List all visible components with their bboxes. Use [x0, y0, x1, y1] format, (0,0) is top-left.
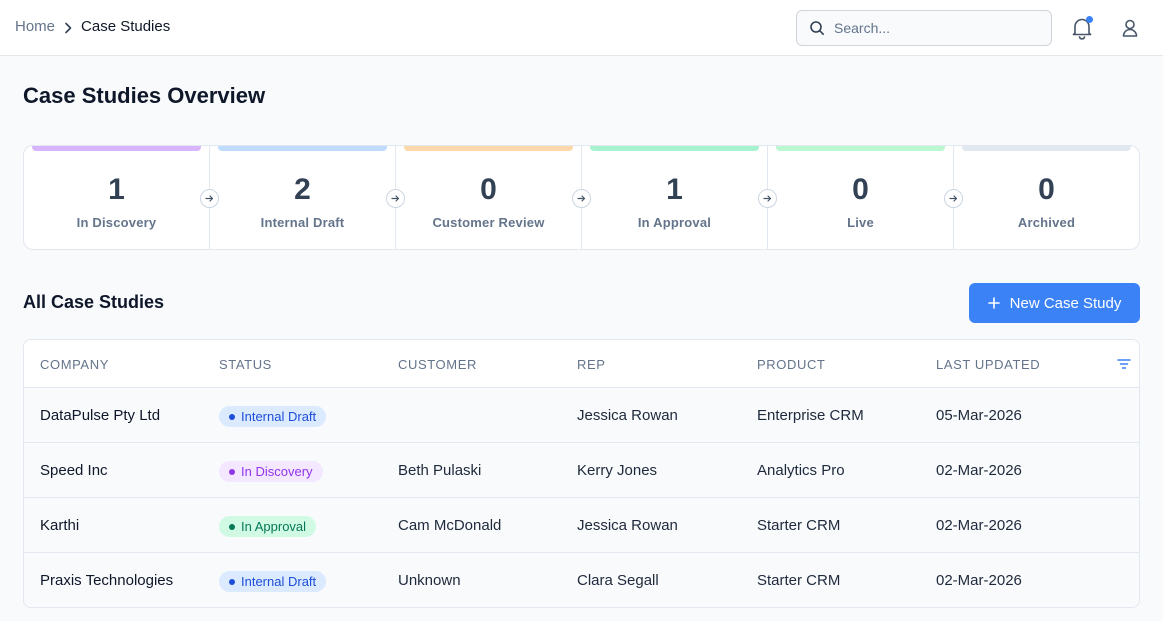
cell-customer: Beth Pulaski — [398, 462, 482, 479]
cell-customer: Unknown — [398, 572, 461, 589]
user-menu-button[interactable] — [1120, 18, 1140, 38]
search-icon — [810, 21, 824, 35]
table-header: COMPANY STATUS CUSTOMER REP PRODUCT LAST… — [24, 340, 1139, 388]
stage-color-bar — [776, 146, 945, 151]
notifications-button[interactable] — [1071, 16, 1093, 40]
stage-label: In Approval — [637, 215, 712, 230]
cell-product: Starter CRM — [757, 572, 841, 589]
search-box[interactable] — [796, 10, 1052, 46]
stage-color-bar — [590, 146, 759, 151]
table-row[interactable]: DataPulse Pty Ltd Internal Draft Jessica… — [24, 388, 1139, 443]
stage-label: Internal Draft — [260, 215, 345, 230]
stage-count: 0 — [852, 173, 869, 206]
cell-last-updated: 02-Mar-2026 — [936, 517, 1022, 534]
plus-icon — [987, 297, 1000, 309]
stage-count: 2 — [294, 173, 311, 206]
table-row[interactable]: Karthi In Approval Cam McDonald Jessica … — [24, 498, 1139, 553]
column-header-product[interactable]: PRODUCT — [757, 357, 825, 372]
cell-rep: Kerry Jones — [577, 462, 658, 479]
cell-last-updated: 02-Mar-2026 — [936, 572, 1022, 589]
case-studies-table: COMPANY STATUS CUSTOMER REP PRODUCT LAST… — [23, 339, 1140, 608]
new-case-study-button[interactable]: New Case Study — [969, 283, 1140, 323]
user-icon — [1122, 19, 1138, 37]
notification-dot — [1086, 16, 1093, 23]
stage-color-bar — [218, 146, 387, 151]
stage-count: 0 — [480, 173, 497, 206]
column-header-last-updated[interactable]: LAST UPDATED — [936, 357, 1040, 372]
filter-icon[interactable] — [1117, 357, 1131, 371]
pipeline-stage-archived[interactable]: 0 Archived — [954, 146, 1139, 249]
stage-count: 1 — [108, 173, 125, 206]
table-row[interactable]: Speed Inc In Discovery Beth Pulaski Kerr… — [24, 443, 1139, 498]
stage-label: Live — [847, 215, 874, 230]
cell-company: Karthi — [40, 517, 80, 534]
cell-product: Analytics Pro — [757, 462, 845, 479]
arrow-right-icon — [200, 189, 219, 208]
pipeline-stage-live[interactable]: 0 Live — [768, 146, 963, 249]
cell-company: Praxis Technologies — [40, 572, 174, 589]
pipeline-stage-in-approval[interactable]: 1 In Approval — [582, 146, 777, 249]
new-case-study-label: New Case Study — [1009, 294, 1122, 312]
stage-count: 0 — [1038, 173, 1055, 206]
stage-color-bar — [962, 146, 1131, 151]
arrow-right-icon — [572, 189, 591, 208]
cell-rep: Jessica Rowan — [577, 517, 678, 534]
stage-label: Archived — [1017, 215, 1076, 230]
top-bar: Home Case Studies — [0, 0, 1163, 56]
pipeline-stage-customer-review[interactable]: 0 Customer Review — [396, 146, 591, 249]
cell-company: DataPulse Pty Ltd — [40, 407, 161, 424]
breadcrumb-home-link[interactable]: Home — [15, 18, 55, 35]
status-badge: Internal Draft — [219, 406, 327, 427]
status-pipeline: 1 In Discovery 2 Internal Draft 0 Custom… — [23, 145, 1140, 250]
stage-color-bar — [32, 146, 201, 151]
cell-company: Speed Inc — [40, 462, 108, 479]
stage-label: Customer Review — [432, 215, 545, 230]
breadcrumb-current: Case Studies — [81, 18, 171, 35]
arrow-right-icon — [386, 189, 405, 208]
arrow-right-icon — [758, 189, 777, 208]
chevron-right-icon — [64, 21, 72, 33]
column-header-status[interactable]: STATUS — [219, 357, 272, 372]
stage-color-bar — [404, 146, 573, 151]
cell-last-updated: 02-Mar-2026 — [936, 462, 1022, 479]
status-badge: In Approval — [219, 516, 317, 537]
stage-label: In Discovery — [76, 215, 157, 230]
section-title: All Case Studies — [23, 292, 165, 312]
cell-product: Enterprise CRM — [757, 407, 864, 424]
cell-product: Starter CRM — [757, 517, 841, 534]
pipeline-stage-in-discovery[interactable]: 1 In Discovery — [24, 146, 219, 249]
cell-last-updated: 05-Mar-2026 — [936, 407, 1022, 424]
pipeline-stage-internal-draft[interactable]: 2 Internal Draft — [210, 146, 405, 249]
cell-rep: Clara Segall — [577, 572, 659, 589]
status-badge: Internal Draft — [219, 571, 327, 592]
search-input[interactable] — [834, 20, 1034, 36]
column-header-rep[interactable]: REP — [577, 357, 606, 372]
column-header-customer[interactable]: CUSTOMER — [398, 357, 477, 372]
cell-rep: Jessica Rowan — [577, 407, 678, 424]
status-badge: In Discovery — [219, 461, 323, 482]
arrow-right-icon — [944, 189, 963, 208]
page-title: Case Studies Overview — [23, 83, 266, 108]
table-row[interactable]: Praxis Technologies Internal Draft Unkno… — [24, 553, 1139, 607]
breadcrumb: Home Case Studies — [15, 18, 170, 35]
column-header-company[interactable]: COMPANY — [40, 357, 109, 372]
cell-customer: Cam McDonald — [398, 517, 502, 534]
stage-count: 1 — [666, 173, 683, 206]
